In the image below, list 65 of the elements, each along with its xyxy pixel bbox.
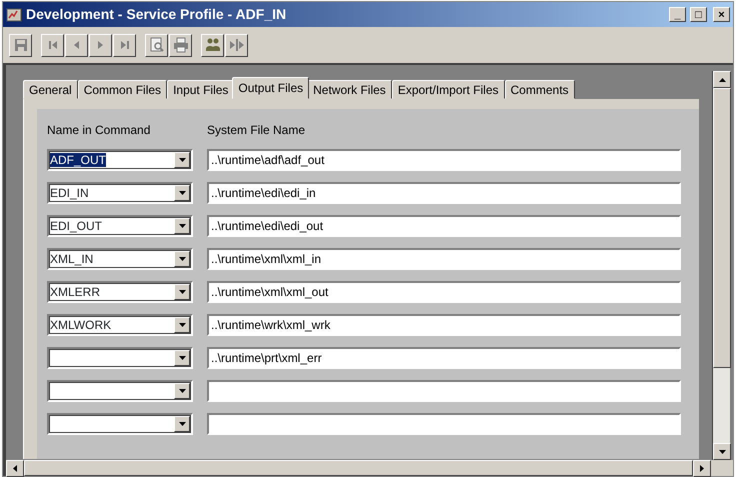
- first-icon: [48, 41, 56, 49]
- text-field[interactable]: ..\runtime\prt\xml_err: [207, 346, 681, 368]
- split-icon: [230, 39, 244, 51]
- combo-box[interactable]: EDI_IN: [47, 182, 193, 204]
- dropdown-arrow-icon: [178, 256, 186, 260]
- toolbar-button[interactable]: [41, 34, 64, 56]
- toolbar-button[interactable]: [169, 34, 192, 56]
- last-icon: [120, 41, 128, 49]
- text-field[interactable]: ..\runtime\edi\edi_in: [207, 182, 681, 204]
- text-field[interactable]: ..\runtime\xml\xml_out: [207, 280, 681, 302]
- tab[interactable]: Input Files: [167, 80, 234, 99]
- scroll-right-icon: [700, 465, 704, 472]
- tab[interactable]: Network Files: [307, 80, 392, 99]
- toolbar-button[interactable]: [145, 34, 168, 56]
- toolbar-button[interactable]: [9, 34, 32, 56]
- text-field[interactable]: ..\runtime\xml\xml_in: [207, 248, 681, 270]
- tab[interactable]: Output Files: [232, 77, 310, 99]
- combo-box[interactable]: [47, 380, 193, 402]
- toolbar-button[interactable]: [89, 34, 112, 56]
- tab[interactable]: Common Files: [78, 80, 168, 99]
- horizontal-scrollbar[interactable]: [6, 460, 733, 476]
- dropdown-arrow-icon: [178, 422, 186, 426]
- printer-icon: [172, 37, 188, 53]
- toolbar-button[interactable]: [225, 34, 248, 56]
- text-field[interactable]: ..\runtime\wrk\xml_wrk: [207, 314, 681, 336]
- combo-box[interactable]: ADF_OUT: [47, 148, 193, 170]
- preview-icon: [148, 37, 164, 53]
- next-icon: [98, 41, 103, 49]
- toolbar-button[interactable]: [201, 34, 224, 56]
- vertical-scrollbar[interactable]: [712, 71, 730, 460]
- tab[interactable]: Comments: [504, 80, 575, 99]
- people-icon: [204, 37, 220, 53]
- dropdown-arrow-icon: [178, 388, 186, 392]
- maximize-button[interactable]: □: [690, 7, 707, 22]
- scroll-down-icon: [718, 450, 726, 454]
- save-icon: [14, 39, 26, 51]
- previous-icon: [74, 41, 79, 49]
- scroll-left-icon: [13, 465, 17, 472]
- combo-box[interactable]: [47, 412, 193, 434]
- column-header: Name in Command: [47, 122, 152, 139]
- minimize-button[interactable]: _: [669, 7, 686, 22]
- column-header: System File Name: [207, 122, 306, 139]
- tab[interactable]: Export/Import Files: [392, 80, 505, 99]
- text-field[interactable]: [207, 380, 681, 402]
- tab[interactable]: General: [23, 80, 78, 99]
- toolbar-button[interactable]: [113, 34, 136, 56]
- app-icon: [6, 6, 22, 22]
- text-field[interactable]: ..\runtime\edi\edi_out: [207, 214, 681, 236]
- combo-box[interactable]: XMLERR: [47, 280, 193, 302]
- text-field[interactable]: ..\runtime\adf\adf_out: [207, 148, 681, 170]
- close-button[interactable]: ×: [713, 7, 730, 22]
- dropdown-arrow-icon: [178, 290, 186, 294]
- dropdown-arrow-icon: [178, 190, 186, 194]
- combo-box[interactable]: XMLWORK: [47, 314, 193, 336]
- dropdown-arrow-icon: [178, 356, 186, 360]
- dropdown-arrow-icon: [178, 224, 186, 228]
- dropdown-arrow-icon: [178, 158, 186, 162]
- combo-box[interactable]: [47, 346, 193, 368]
- combo-box[interactable]: XML_IN: [47, 248, 193, 270]
- toolbar-button[interactable]: [65, 34, 88, 56]
- combo-box[interactable]: EDI_OUT: [47, 214, 193, 236]
- dropdown-arrow-icon: [178, 322, 186, 326]
- text-field[interactable]: [207, 412, 681, 434]
- window-title: Development - Service Profile - ADF_IN: [26, 5, 288, 24]
- scroll-up-icon: [718, 78, 726, 82]
